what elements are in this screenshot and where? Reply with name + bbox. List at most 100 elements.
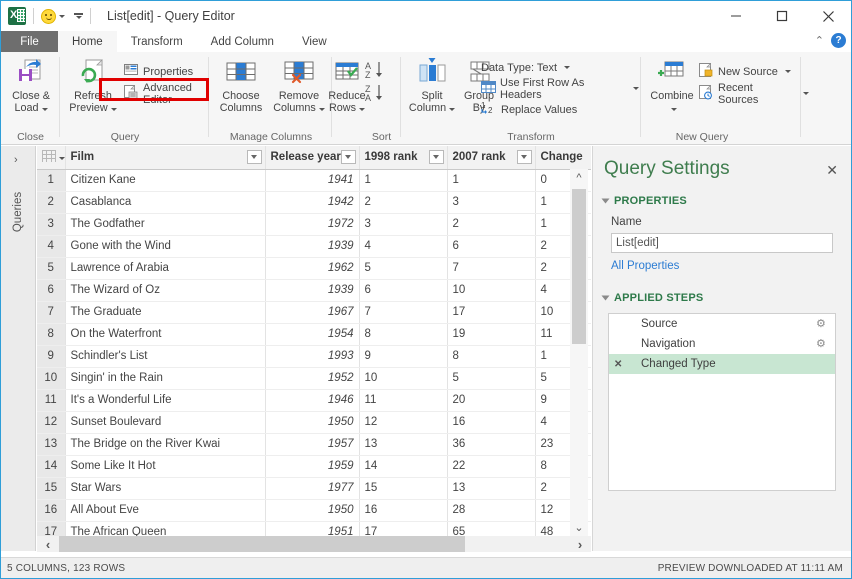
data-type-dropdown-icon[interactable]: [564, 66, 570, 69]
applied-steps-section-header[interactable]: APPLIED STEPS: [603, 292, 703, 304]
recent-sources-button[interactable]: Recent Sources: [697, 83, 811, 104]
cell-release-year[interactable]: 1967: [265, 301, 359, 323]
combine-dropdown-icon[interactable]: [671, 108, 677, 111]
cell-1998-rank[interactable]: 15: [359, 477, 447, 499]
table-row[interactable]: 7The Graduate196771710: [37, 301, 591, 323]
applied-step-item[interactable]: ✕Changed Type: [609, 354, 835, 374]
row-number-cell[interactable]: 8: [37, 323, 65, 345]
column-header-release-year[interactable]: Release year: [265, 146, 359, 169]
tab-file[interactable]: File: [1, 31, 58, 52]
cell-film[interactable]: The Bridge on the River Kwai: [65, 433, 265, 455]
cell-2007-rank[interactable]: 6: [447, 235, 535, 257]
advanced-editor-button[interactable]: Advanced Editor: [122, 83, 210, 104]
maximize-icon[interactable]: [759, 1, 805, 31]
cell-1998-rank[interactable]: 6: [359, 279, 447, 301]
cell-film[interactable]: Some Like It Hot: [65, 455, 265, 477]
query-name-input[interactable]: List[edit]: [611, 233, 833, 253]
table-row[interactable]: 12Sunset Boulevard195012164: [37, 411, 591, 433]
cell-1998-rank[interactable]: 8: [359, 323, 447, 345]
cell-film[interactable]: Citizen Kane: [65, 169, 265, 191]
cell-release-year[interactable]: 1939: [265, 235, 359, 257]
replace-values-button[interactable]: 1 2 Replace Values: [479, 99, 579, 120]
sort-descending-button[interactable]: Z A: [365, 83, 387, 106]
scroll-up-icon[interactable]: ^: [570, 169, 588, 187]
cell-release-year[interactable]: 1942: [265, 191, 359, 213]
cell-1998-rank[interactable]: 5: [359, 257, 447, 279]
cell-film[interactable]: Schindler's List: [65, 345, 265, 367]
scroll-left-icon[interactable]: ‹: [37, 537, 59, 552]
step-settings-gear-icon[interactable]: ⚙: [816, 339, 827, 350]
choose-columns-button[interactable]: Choose Columns: [210, 56, 272, 124]
delete-step-icon[interactable]: ✕: [614, 359, 622, 370]
close-query-settings-icon[interactable]: ✕: [826, 162, 838, 179]
cell-release-year[interactable]: 1950: [265, 411, 359, 433]
column-header-film[interactable]: Film: [65, 146, 265, 169]
table-row[interactable]: 15Star Wars197715132: [37, 477, 591, 499]
tab-transform[interactable]: Transform: [117, 31, 197, 52]
tab-add-column[interactable]: Add Column: [197, 31, 288, 52]
cell-1998-rank[interactable]: 2: [359, 191, 447, 213]
cell-1998-rank[interactable]: 14: [359, 455, 447, 477]
sort-ascending-button[interactable]: A Z: [365, 60, 387, 83]
cell-release-year[interactable]: 1946: [265, 389, 359, 411]
table-row[interactable]: 6The Wizard of Oz19396104: [37, 279, 591, 301]
row-number-cell[interactable]: 16: [37, 499, 65, 521]
properties-button[interactable]: Properties: [122, 61, 195, 82]
cell-1998-rank[interactable]: 16: [359, 499, 447, 521]
queries-pane-collapsed[interactable]: › Queries: [1, 146, 36, 551]
cell-2007-rank[interactable]: 7: [447, 257, 535, 279]
row-number-cell[interactable]: 9: [37, 345, 65, 367]
row-number-cell[interactable]: 12: [37, 411, 65, 433]
smiley-dropdown-icon[interactable]: [59, 15, 65, 18]
close-icon[interactable]: [805, 1, 851, 31]
cell-film[interactable]: All About Eve: [65, 499, 265, 521]
cell-2007-rank[interactable]: 3: [447, 191, 535, 213]
cell-1998-rank[interactable]: 4: [359, 235, 447, 257]
expand-queries-icon[interactable]: ›: [14, 154, 18, 166]
filter-release-year-icon[interactable]: [341, 150, 356, 164]
cell-2007-rank[interactable]: 16: [447, 411, 535, 433]
cell-release-year[interactable]: 1962: [265, 257, 359, 279]
select-all-columns-button[interactable]: [37, 146, 65, 169]
column-header-change[interactable]: Change: [535, 146, 591, 169]
refresh-preview-button[interactable]: Refresh Preview: [62, 56, 124, 124]
tab-home[interactable]: Home: [58, 31, 117, 52]
table-row[interactable]: 13The Bridge on the River Kwai1957133623: [37, 433, 591, 455]
recent-sources-dropdown-icon[interactable]: [803, 92, 809, 95]
cell-2007-rank[interactable]: 8: [447, 345, 535, 367]
cell-release-year[interactable]: 1957: [265, 433, 359, 455]
cell-1998-rank[interactable]: 7: [359, 301, 447, 323]
data-type-button[interactable]: Data Type: Text: [479, 57, 572, 78]
grid-vertical-scrollbar[interactable]: ^ ⌄: [570, 169, 588, 536]
smiley-icon[interactable]: [41, 9, 56, 24]
scroll-down-icon[interactable]: ⌄: [570, 518, 588, 536]
combine-button[interactable]: Combine: [641, 56, 703, 124]
step-settings-gear-icon[interactable]: ⚙: [816, 319, 827, 330]
help-icon[interactable]: ?: [831, 33, 846, 48]
row-number-cell[interactable]: 5: [37, 257, 65, 279]
vertical-scroll-thumb[interactable]: [572, 189, 586, 344]
cell-2007-rank[interactable]: 22: [447, 455, 535, 477]
cell-1998-rank[interactable]: 13: [359, 433, 447, 455]
cell-film[interactable]: Casablanca: [65, 191, 265, 213]
all-properties-link[interactable]: All Properties: [611, 260, 679, 272]
row-number-cell[interactable]: 11: [37, 389, 65, 411]
collapse-ribbon-icon[interactable]: ⌃: [815, 34, 824, 47]
properties-collapse-icon[interactable]: [602, 199, 610, 204]
refresh-preview-dropdown-icon[interactable]: [111, 108, 117, 111]
cell-1998-rank[interactable]: 10: [359, 367, 447, 389]
table-row[interactable]: 16All About Eve1950162812: [37, 499, 591, 521]
filter-2007-rank-icon[interactable]: [517, 150, 532, 164]
minimize-icon[interactable]: [713, 1, 759, 31]
table-row[interactable]: 14Some Like It Hot195914228: [37, 455, 591, 477]
row-number-cell[interactable]: 7: [37, 301, 65, 323]
row-number-cell[interactable]: 3: [37, 213, 65, 235]
cell-release-year[interactable]: 1993: [265, 345, 359, 367]
row-number-cell[interactable]: 10: [37, 367, 65, 389]
cell-release-year[interactable]: 1939: [265, 279, 359, 301]
table-row[interactable]: 1Citizen Kane1941110: [37, 169, 591, 191]
cell-film[interactable]: Singin' in the Rain: [65, 367, 265, 389]
close-and-load-button[interactable]: Close & Load: [0, 56, 62, 124]
cell-2007-rank[interactable]: 10: [447, 279, 535, 301]
cell-film[interactable]: Lawrence of Arabia: [65, 257, 265, 279]
